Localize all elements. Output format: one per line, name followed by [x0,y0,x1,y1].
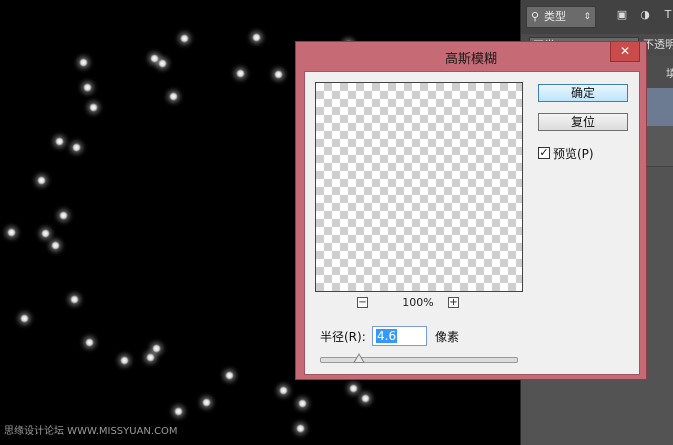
radius-value: 4.6 [376,329,398,343]
particle-dot [41,229,50,238]
particle-dot [296,424,305,433]
plus-icon: + [449,297,458,308]
radius-slider-thumb[interactable] [353,353,366,363]
ok-button[interactable]: 确定 [538,84,628,102]
particle-dot [349,384,358,393]
layer-kind-filter-select[interactable]: ⚲ 类型 ⇕ [526,6,596,28]
zoom-out-button[interactable]: − [357,297,368,308]
preview-checkbox-label[interactable]: 预览(P) [553,145,594,162]
particle-dot [146,353,155,362]
dialog-client-area: − 100% + 确定 复位 ✓ 预览(P) 半径(R): 4.6 像素 [304,71,640,375]
particle-dot [7,228,16,237]
particle-dot [236,69,245,78]
dialog-title: 高斯模糊 [444,52,497,67]
zoom-in-button[interactable]: + [448,297,459,308]
reset-button[interactable]: 复位 [538,113,628,131]
close-button[interactable]: ✕ [610,42,640,62]
fill-label: 填 [666,67,673,80]
particle-dot [298,399,307,408]
particle-dot [158,59,167,68]
particle-dot [361,394,370,403]
image-filter-icon[interactable]: ▣ [616,9,628,21]
particle-dot [120,356,129,365]
close-icon: ✕ [619,44,631,58]
particle-dot [279,386,288,395]
dialog-title-bar[interactable]: 高斯模糊 ✕ [296,42,646,70]
search-icon: ⚲ [531,10,540,23]
particle-dot [274,70,283,79]
radius-slider-track[interactable] [320,357,518,363]
particle-dot [20,314,29,323]
particle-dot [174,407,183,416]
preview-checkbox[interactable]: ✓ [538,147,550,159]
opacity-label: 不透明 [643,38,673,51]
particle-dot [152,344,161,353]
radius-label: 半径(R): [320,330,366,344]
particle-dot [89,103,98,112]
particle-dot [72,143,81,152]
particle-dot [85,338,94,347]
unit-label: 像素 [435,330,460,344]
particle-dot [70,295,79,304]
layers-filter-bar: ⚲ 类型 ⇕ ▣ ◑ T [521,0,673,35]
text-filter-icon[interactable]: T [662,9,673,21]
particle-dot [59,211,68,220]
minus-icon: − [358,297,367,308]
gaussian-blur-dialog: 高斯模糊 ✕ − 100% + 确定 复位 ✓ 预览(P) 半径(R): 4.6… [295,41,647,380]
circle-filter-icon[interactable]: ◑ [639,9,651,21]
particle-dot [252,33,261,42]
particle-dot [202,398,211,407]
particle-dot [37,176,46,185]
zoom-level: 100% [402,296,434,309]
chevron-updown-icon: ⇕ [583,12,591,22]
radius-input[interactable]: 4.6 [372,326,427,346]
preview-window[interactable] [315,82,523,292]
particle-dot [225,371,234,380]
particle-dot [55,137,64,146]
particle-dot [79,58,88,67]
particle-dot [169,92,178,101]
watermark: 思缘设计论坛 WWW.MISSYUAN.COM [4,426,178,437]
layer-kind-label: 类型 [544,10,566,23]
particle-dot [51,241,60,250]
particle-dot [180,34,189,43]
particle-dot [83,83,92,92]
